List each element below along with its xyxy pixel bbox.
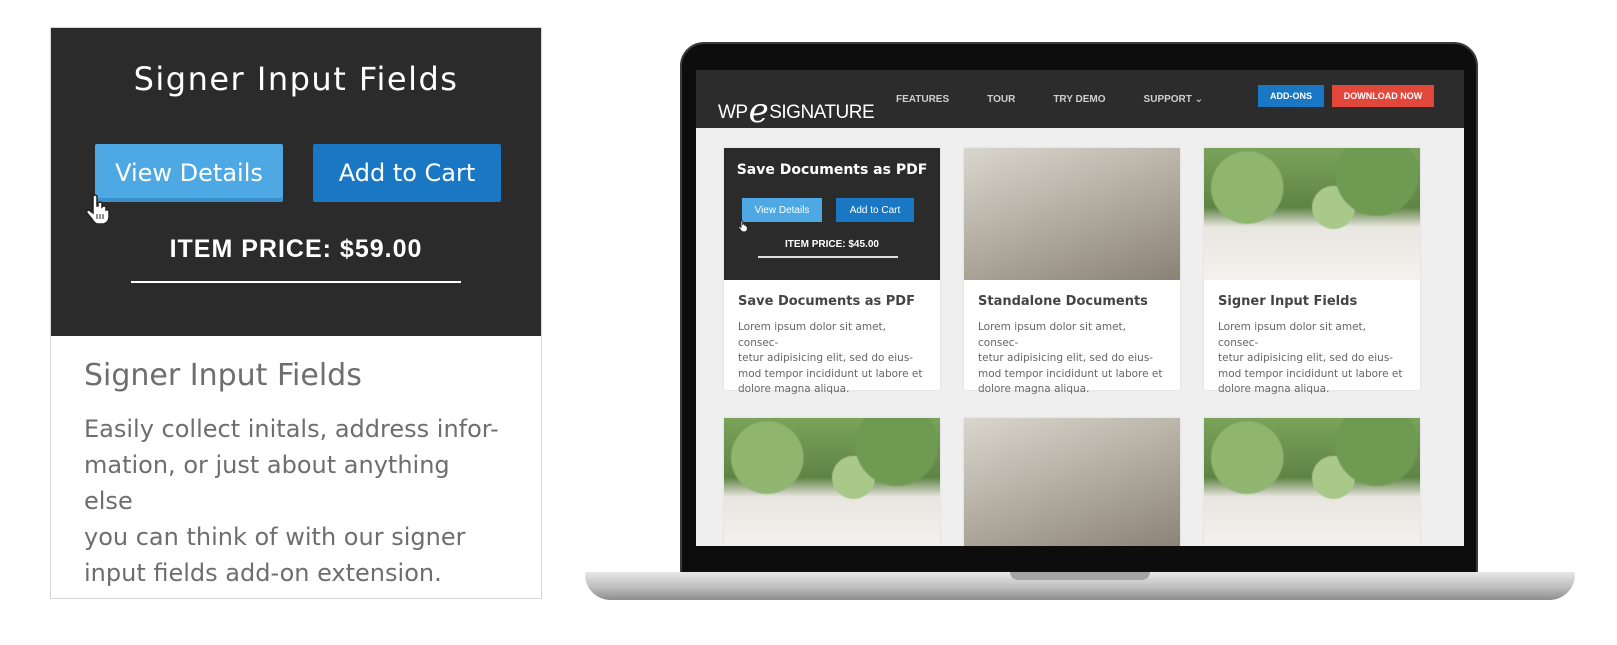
blueprints-photo <box>964 148 1180 280</box>
website-screenshot: WPeSIGNATURE FEATURES TOUR TRY DEMO SUPP… <box>696 70 1464 546</box>
addon-tile[interactable] <box>724 418 940 546</box>
coffee-phone-photo <box>724 418 940 546</box>
nav-link-tour[interactable]: TOUR <box>987 94 1015 105</box>
mini-view-details-button[interactable]: View Details <box>742 198 822 222</box>
addon-tile[interactable]: Save Documents as PDF View Details Add t… <box>724 148 940 395</box>
product-card: Signer Input Fields View Details Add to … <box>50 27 542 599</box>
price-underline <box>131 281 461 283</box>
tile-description: Lorem ipsum dolor sit amet, consec- tetu… <box>738 321 923 395</box>
mini-price-underline <box>758 256 898 258</box>
tile-title: Signer Input Fields <box>1218 294 1358 309</box>
view-details-button[interactable]: View Details <box>95 144 283 202</box>
add-to-cart-button[interactable]: Add to Cart <box>313 144 501 202</box>
hand-pointer-icon <box>86 194 110 224</box>
mini-add-to-cart-button[interactable]: Add to Cart <box>836 198 914 222</box>
tile-title: Save Documents as PDF <box>738 294 915 309</box>
tile-hover-overlay: Save Documents as PDF View Details Add t… <box>724 148 940 280</box>
nav-link-features[interactable]: FEATURES <box>896 94 949 105</box>
mini-overlay-title: Save Documents as PDF <box>736 162 928 178</box>
blueprints-photo <box>964 418 1180 546</box>
coffee-phone-photo <box>1204 418 1420 546</box>
add-ons-button[interactable]: ADD-ONS <box>1258 85 1324 107</box>
nav-link-support[interactable]: SUPPORT ⌄ <box>1144 94 1204 105</box>
mini-overlay: Save Documents as PDF View Details Add t… <box>724 148 940 280</box>
logo-mark: e <box>748 91 769 131</box>
overlay-title: Signer Input Fields <box>133 60 459 98</box>
addon-tile[interactable]: Standalone Documents Lorem ipsum dolor s… <box>964 148 1180 395</box>
product-title: Signer Input Fields <box>84 358 362 393</box>
site-logo[interactable]: WPeSIGNATURE <box>718 87 875 131</box>
addon-tile[interactable]: Signer Input Fields Lorem ipsum dolor si… <box>1204 148 1420 395</box>
mini-item-price: ITEM PRICE: $45.00 <box>785 239 879 250</box>
product-hover-overlay: Signer Input Fields View Details Add to … <box>51 28 541 336</box>
nav-links: FEATURES TOUR TRY DEMO SUPPORT ⌄ <box>896 94 1241 105</box>
coffee-phone-photo <box>1204 148 1420 280</box>
site-navbar: WPeSIGNATURE FEATURES TOUR TRY DEMO SUPP… <box>696 70 1464 131</box>
tile-description: Lorem ipsum dolor sit amet, consec- tetu… <box>978 321 1163 395</box>
item-price: ITEM PRICE: $59.00 <box>169 235 423 263</box>
addon-tile[interactable] <box>964 418 1180 546</box>
product-description: Easily collect initals, address infor- m… <box>84 415 499 587</box>
tile-description: Lorem ipsum dolor sit amet, consec- tetu… <box>1218 321 1403 395</box>
hand-pointer-icon <box>738 220 748 232</box>
laptop-notch <box>1010 572 1150 580</box>
nav-link-try-demo[interactable]: TRY DEMO <box>1053 94 1105 105</box>
tile-title: Standalone Documents <box>978 294 1148 309</box>
download-now-button[interactable]: DOWNLOAD NOW <box>1332 85 1434 107</box>
logo-prefix: WP <box>718 102 748 123</box>
addon-tile[interactable] <box>1204 418 1420 546</box>
logo-suffix: SIGNATURE <box>769 102 875 123</box>
